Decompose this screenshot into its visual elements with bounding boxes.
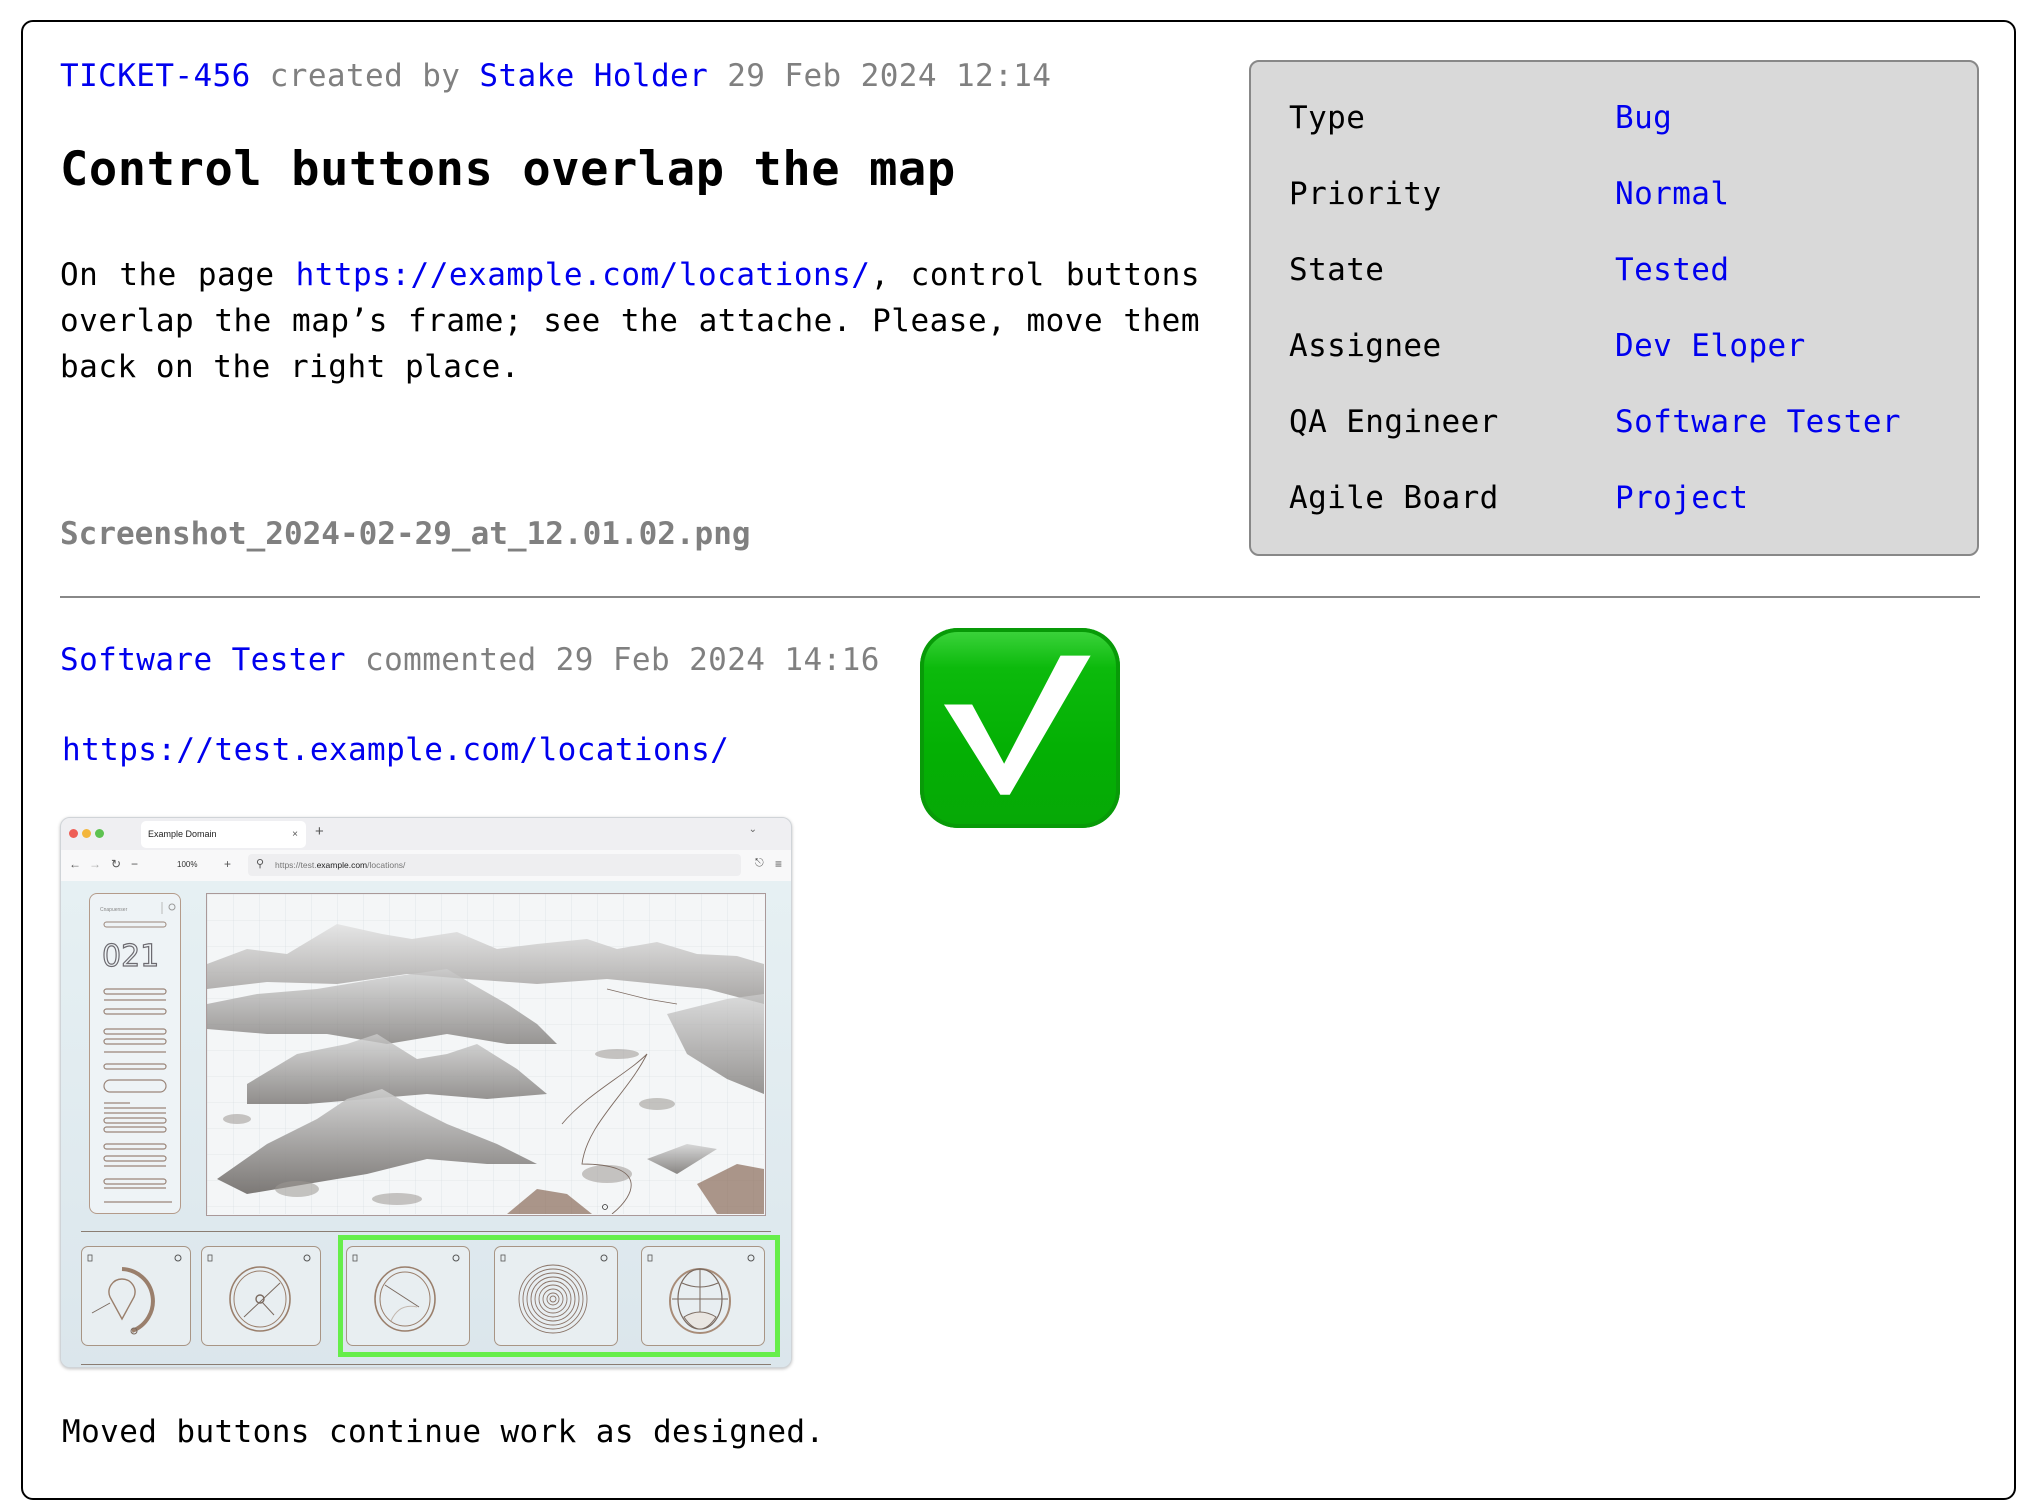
- section-divider: [60, 596, 1980, 598]
- comment-text: Moved buttons continue work as designed.: [62, 1414, 825, 1450]
- tab-list-chevron-icon: ⌄: [748, 824, 757, 835]
- comment-author-link[interactable]: Software Tester: [60, 642, 346, 678]
- menu-icon: ≡: [775, 857, 783, 871]
- created-timestamp: 29 Feb 2024 12:14: [708, 58, 1052, 94]
- comment-link[interactable]: https://test.example.com/locations/: [62, 732, 729, 768]
- description-prefix: On the page: [60, 257, 296, 293]
- comment-timestamp: 29 Feb 2024 14:16: [555, 642, 880, 678]
- map-control-compass: [201, 1246, 321, 1346]
- ticket-id-link[interactable]: TICKET-456: [60, 58, 251, 94]
- property-label: Agile Board: [1289, 480, 1499, 516]
- location-pin-icon: [87, 1254, 182, 1335]
- created-by-label: created by: [250, 58, 480, 94]
- browser-tab-title: Example Domain: [148, 829, 217, 839]
- reload-icon: ↻: [111, 857, 122, 871]
- page-content: Cnapuenser 021: [61, 881, 791, 1367]
- property-value-qa-engineer[interactable]: Software Tester: [1615, 404, 1901, 440]
- ticket-description: On the page https://example.com/location…: [60, 252, 1200, 390]
- attachment-preview-image[interactable]: Example Domain × + ⌄ ← → ↻ − 100% + ⚲ htt…: [60, 817, 792, 1368]
- forward-arrow-icon: →: [89, 857, 101, 871]
- attachment-filename[interactable]: Screenshot_2024-02-29_at_12.01.02.png: [60, 516, 751, 552]
- browser-tab-bar: Example Domain × + ⌄: [61, 818, 791, 850]
- tab-close-icon: ×: [292, 829, 298, 840]
- search-icon: ⚲: [256, 858, 265, 870]
- close-window-dot-icon: [69, 829, 78, 838]
- back-arrow-icon: ←: [69, 857, 81, 871]
- side-control-panel: Cnapuenser 021: [89, 893, 181, 1214]
- terrain-map: [206, 893, 766, 1216]
- comment-meta: Software Tester commented 29 Feb 2024 14…: [60, 642, 880, 678]
- panel-label: Cnapuenser: [100, 907, 128, 913]
- property-label: Type: [1289, 100, 1366, 136]
- zoom-in-icon: +: [224, 857, 232, 871]
- property-label: QA Engineer: [1289, 404, 1499, 440]
- address-bar: ⚲ https://test.example.com/locations/: [248, 854, 741, 876]
- separator-line: [81, 1364, 771, 1365]
- panel-counter: 021: [102, 939, 159, 974]
- property-value-agile-board[interactable]: Project: [1615, 480, 1748, 516]
- url-domain: example.com: [316, 860, 368, 870]
- ticket-title: Control buttons overlap the map: [60, 142, 956, 197]
- url-path: /locations/: [367, 860, 406, 870]
- property-label: State: [1289, 252, 1385, 288]
- property-label: Priority: [1289, 176, 1442, 212]
- browser-toolbar: ← → ↻ − 100% + ⚲ https://test.example.co…: [61, 850, 791, 882]
- zoom-level: 100%: [177, 860, 198, 869]
- property-row-agile-board: Agile Board Project: [1289, 480, 1748, 624]
- address-url: https://test.example.com/locations/: [275, 860, 405, 870]
- property-label: Assignee: [1289, 328, 1442, 364]
- new-tab-icon: +: [315, 823, 324, 840]
- terrain-map-graphic: [207, 894, 764, 1215]
- checkmark-glyph-icon: [943, 655, 1091, 795]
- check-mark-button-icon: [920, 628, 1120, 828]
- zoom-out-icon: −: [131, 857, 139, 871]
- compass-icon: [207, 1254, 311, 1332]
- maximize-window-dot-icon: [95, 829, 104, 838]
- comment-action-label: commented: [345, 642, 556, 678]
- ticket-meta: TICKET-456 created by Stake Holder 29 Fe…: [60, 58, 1051, 94]
- minimize-window-dot-icon: [82, 829, 91, 838]
- properties-panel: Type Bug Priority Normal State Tested As…: [1249, 60, 1979, 556]
- description-link[interactable]: https://example.com/locations/: [296, 257, 871, 293]
- property-value-state[interactable]: Tested: [1615, 252, 1729, 288]
- highlight-box: [338, 1235, 780, 1357]
- property-value-assignee[interactable]: Dev Eloper: [1615, 328, 1806, 364]
- url-prefix: https://test.: [275, 860, 317, 870]
- separator-line: [81, 1231, 771, 1232]
- extensions-icon: ⎋: [755, 857, 764, 869]
- browser-tab: Example Domain ×: [141, 821, 306, 848]
- property-value-priority[interactable]: Normal: [1615, 176, 1729, 212]
- side-panel-graphic: Cnapuenser 021: [100, 902, 176, 1203]
- property-value-type[interactable]: Bug: [1615, 100, 1672, 136]
- map-control-location: [81, 1246, 191, 1346]
- author-link[interactable]: Stake Holder: [479, 58, 708, 94]
